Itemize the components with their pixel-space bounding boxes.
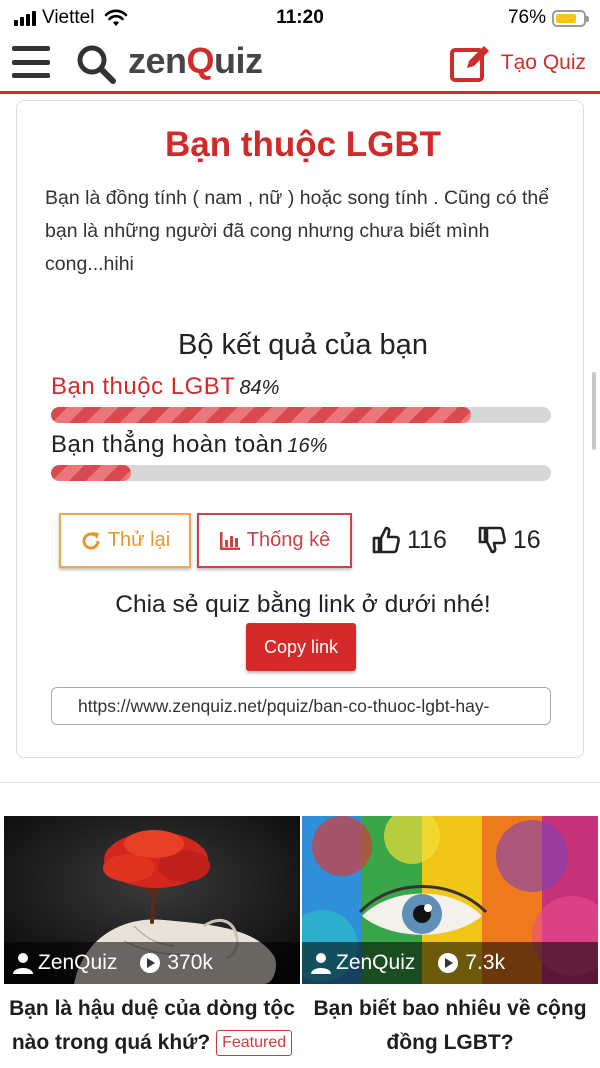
quiz-title-text: Bạn biết bao nhiêu về cộng đồng LGBT?	[313, 997, 587, 1054]
related-quiz-card[interactable]: ZenQuiz 7.3k Bạn biết bao nhiêu về cộng …	[302, 816, 598, 1060]
play-icon	[140, 953, 161, 973]
copy-link-button[interactable]: Copy link	[246, 623, 356, 671]
quiz-thumbnail[interactable]: ZenQuiz 370k	[4, 816, 300, 984]
create-quiz-button[interactable]: Tạo Quiz	[449, 42, 586, 84]
status-right: 76%	[507, 7, 589, 29]
edit-icon	[449, 46, 489, 82]
quiz-views: 370k	[139, 951, 213, 975]
result-item-percent: 16%	[287, 435, 328, 457]
related-quiz-card[interactable]: ZenQuiz 370k Bạn là hậu duệ của dòng tộc…	[4, 816, 300, 1060]
quiz-view-count: 7.3k	[465, 951, 506, 974]
quiz-title[interactable]: Bạn biết bao nhiêu về cộng đồng LGBT?	[302, 992, 598, 1060]
share-url-field[interactable]: https://www.zenquiz.net/pquiz/ban-co-thu…	[51, 687, 551, 725]
vote-group: 116 16	[371, 525, 541, 555]
retry-button[interactable]: Thử lại	[59, 513, 191, 568]
like-count: 116	[407, 525, 447, 554]
refresh-icon	[82, 531, 100, 550]
zenquiz-logo[interactable]: zenQuiz	[128, 40, 263, 82]
result-progress-fill	[51, 407, 471, 423]
bar-chart-icon	[219, 531, 240, 550]
create-quiz-label: Tạo Quiz	[500, 51, 586, 74]
statistics-label: Thống kê	[246, 529, 331, 551]
statistics-button[interactable]: Thống kê	[197, 513, 352, 568]
quiz-thumbnail[interactable]: ZenQuiz 7.3k	[302, 816, 598, 984]
result-set-heading: Bộ kết quả của bạn	[178, 329, 428, 361]
share-url-text: https://www.zenquiz.net/pquiz/ban-co-thu…	[78, 696, 490, 716]
battery-fill	[556, 13, 576, 23]
app-header: zenQuiz Tạo Quiz	[0, 36, 600, 94]
quiz-author: ZenQuiz	[38, 951, 118, 974]
dislike-button[interactable]: 16	[477, 525, 541, 555]
result-progress-track	[51, 407, 551, 423]
dislike-count: 16	[512, 525, 541, 554]
status-bar: Viettel 11:20 76%	[0, 0, 600, 36]
quiz-views: 7.3k	[437, 951, 505, 975]
quiz-meta-bar: ZenQuiz 370k	[4, 942, 300, 984]
result-item-label: Bạn thẳng hoàn toàn	[51, 431, 284, 458]
retry-label: Thử lại	[107, 529, 171, 551]
user-icon	[13, 953, 33, 974]
section-divider	[0, 782, 600, 783]
share-prompt: Chia sẻ quiz bằng link ở dưới nhé!	[115, 591, 491, 618]
quiz-view-count: 370k	[167, 951, 213, 974]
result-title: Bạn thuộc LGBT	[164, 125, 442, 164]
menu-icon[interactable]	[12, 46, 50, 78]
thumbs-up-icon	[372, 526, 400, 554]
result-item: Bạn thuộc LGBT 84%	[51, 373, 551, 423]
result-description: Bạn là đồng tính ( nam , nữ ) hoặc song …	[45, 187, 550, 275]
thumbs-down-icon	[478, 526, 506, 554]
result-progress-fill	[51, 465, 131, 481]
result-progress-track	[51, 465, 551, 481]
search-icon[interactable]	[74, 42, 118, 86]
result-content: Bạn thuộc LGBT Bạn là đồng tính ( nam , …	[45, 101, 561, 757]
result-item-label: Bạn thuộc LGBT	[51, 373, 236, 400]
quiz-author: ZenQuiz	[336, 951, 416, 974]
result-item: Bạn thẳng hoàn toàn 16%	[51, 431, 551, 481]
result-card: Bạn thuộc LGBT Bạn là đồng tính ( nam , …	[16, 100, 584, 758]
featured-badge: Featured	[216, 1030, 293, 1057]
result-item-percent: 84%	[239, 377, 280, 399]
battery-percent: 76%	[507, 7, 546, 28]
battery-icon	[552, 9, 589, 27]
quiz-meta-bar: ZenQuiz 7.3k	[302, 942, 598, 984]
like-button[interactable]: 116	[371, 525, 447, 555]
user-icon	[311, 953, 331, 974]
play-icon	[438, 953, 459, 973]
scrollbar-thumb[interactable]	[592, 372, 596, 450]
quiz-title[interactable]: Bạn là hậu duệ của dòng tộc nào trong qu…	[4, 992, 300, 1060]
